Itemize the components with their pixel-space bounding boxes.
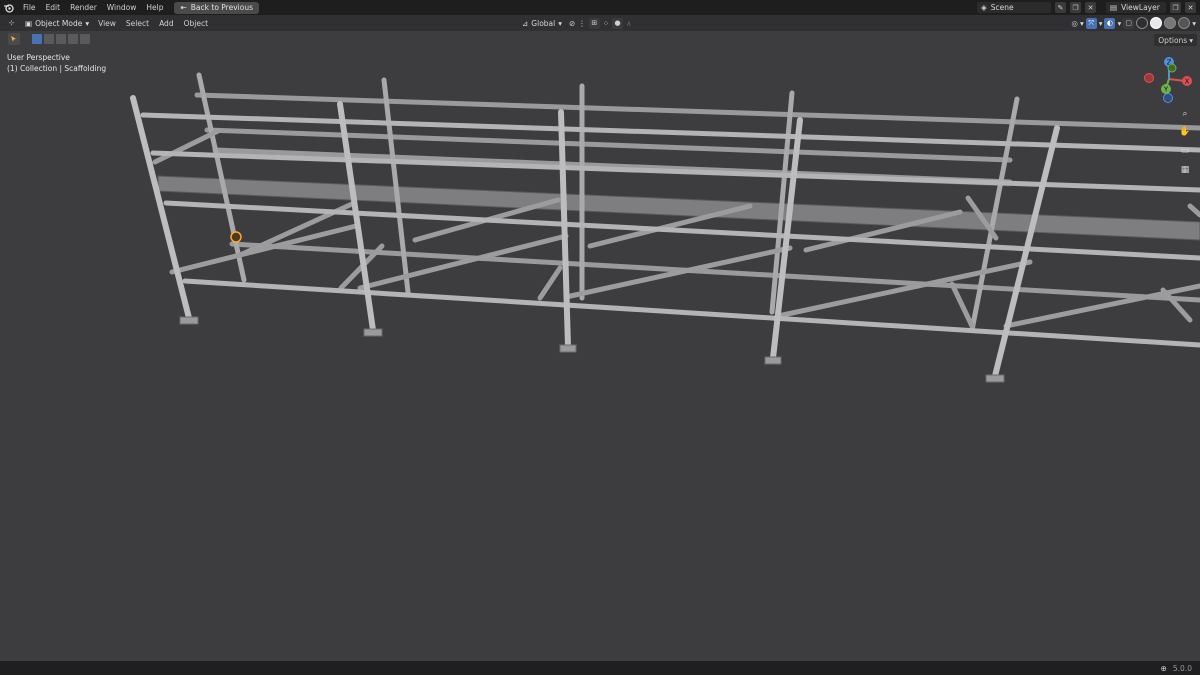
status-bar: ⊕ 5.0.0 (0, 661, 1200, 675)
gizmo-x-label: X (1185, 78, 1190, 86)
gizmo-neg-z-icon[interactable] (1163, 93, 1173, 103)
perspective-grid-icon[interactable]: ▦ (1178, 163, 1192, 177)
gizmo-y-label: Y (1163, 86, 1169, 94)
scaffolding-model[interactable] (0, 0, 1200, 675)
gizmo-neg-y-icon[interactable] (1167, 63, 1177, 73)
pan-hand-icon[interactable]: ✋ (1178, 125, 1192, 139)
object-origin-marker[interactable] (230, 231, 242, 243)
gizmo-neg-x-icon[interactable] (1144, 73, 1154, 83)
navigation-gizmo[interactable]: Z X Y (1140, 54, 1198, 106)
version-label: 5.0.0 (1172, 663, 1192, 673)
globe-icon: ⊕ (1160, 663, 1167, 673)
camera-view-icon[interactable]: ▭ (1178, 144, 1192, 158)
zoom-icon[interactable]: ⌕ (1178, 107, 1192, 121)
